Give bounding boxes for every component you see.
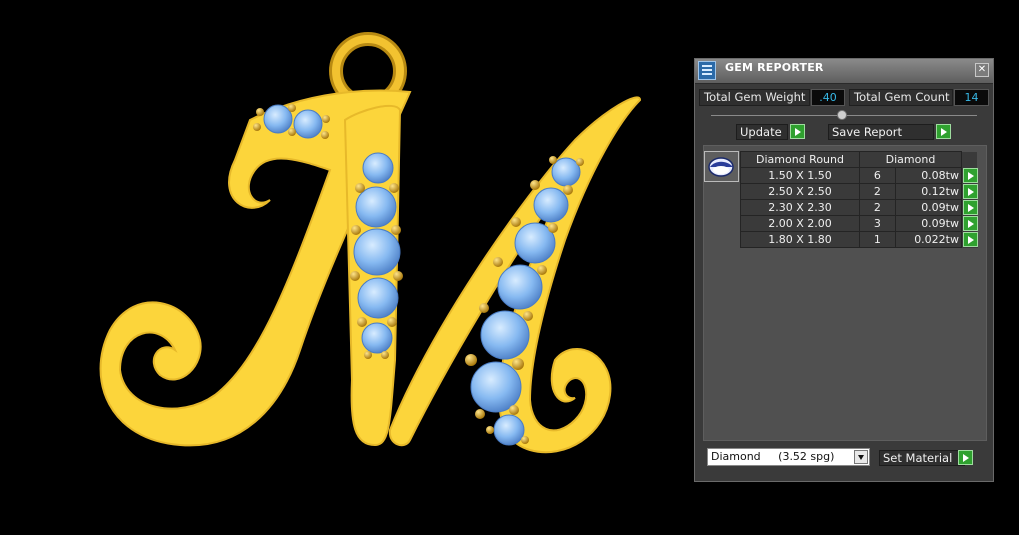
update-button[interactable]: Update <box>736 124 788 140</box>
gem-size: 2.50 X 2.50 <box>740 183 860 200</box>
gem-qty: 6 <box>859 167 896 184</box>
panel-titlebar[interactable]: GEM REPORTER ✕ <box>695 59 993 84</box>
pendant-render <box>99 32 642 454</box>
save-report-button[interactable]: Save Report <box>828 124 934 140</box>
gem-size: 2.00 X 2.00 <box>740 215 860 232</box>
gem-weight: 0.09tw <box>894 215 963 232</box>
gem-qty: 2 <box>859 199 896 216</box>
collapse-knob[interactable] <box>837 110 847 120</box>
panel-title: GEM REPORTER <box>725 61 824 74</box>
round-gem-icon[interactable] <box>704 151 739 182</box>
table-row[interactable]: 2.30 X 2.30 2 0.09tw <box>740 199 978 216</box>
play-arrow-icon[interactable] <box>963 199 978 215</box>
gem-qty: 1 <box>859 231 896 248</box>
play-arrow-icon[interactable] <box>963 231 978 247</box>
gem-table: Diamond Round Diamond 1.50 X 1.50 6 0.08… <box>740 151 978 248</box>
close-icon[interactable]: ✕ <box>975 63 989 77</box>
gem-qty: 2 <box>859 183 896 200</box>
play-arrow-icon[interactable] <box>963 215 978 231</box>
gem-weight: 0.022tw <box>894 231 963 248</box>
gem-weight: 0.09tw <box>894 199 963 216</box>
total-gem-weight-value: .40 <box>811 89 845 106</box>
table-row[interactable]: 2.00 X 2.00 3 0.09tw <box>740 215 978 232</box>
gem-qty: 3 <box>859 215 896 232</box>
3d-viewport[interactable] <box>0 0 690 531</box>
gem-size: 1.80 X 1.80 <box>740 231 860 248</box>
total-gem-count-value: 14 <box>954 89 989 106</box>
table-row[interactable]: 1.80 X 1.80 1 0.022tw <box>740 231 978 248</box>
gem-size: 1.50 X 1.50 <box>740 167 860 184</box>
play-arrow-icon[interactable] <box>963 183 978 199</box>
chevron-down-icon[interactable] <box>854 450 868 464</box>
play-arrow-icon[interactable] <box>963 167 978 183</box>
material-select[interactable]: Diamond (3.52 spg) <box>707 448 870 466</box>
table-row[interactable]: 2.50 X 2.50 2 0.12tw <box>740 183 978 200</box>
gem-weight: 0.08tw <box>894 167 963 184</box>
play-arrow-icon[interactable] <box>936 124 951 139</box>
gem-weight: 0.12tw <box>894 183 963 200</box>
play-arrow-icon[interactable] <box>958 450 973 465</box>
col-material-header: Diamond <box>859 151 962 168</box>
gem-size: 2.30 X 2.30 <box>740 199 860 216</box>
set-material-button[interactable]: Set Material <box>879 450 965 466</box>
gem-reporter-panel: GEM REPORTER ✕ Total Gem Weight .40 Tota… <box>694 58 994 482</box>
play-arrow-icon[interactable] <box>790 124 805 139</box>
material-select-value: Diamond (3.52 spg) <box>711 450 835 463</box>
total-gem-count-label: Total Gem Count <box>849 89 953 106</box>
gem-reporter-icon <box>698 61 716 80</box>
total-gem-weight-label: Total Gem Weight <box>699 89 810 106</box>
col-shape-header: Diamond Round <box>740 151 860 168</box>
table-row[interactable]: 1.50 X 1.50 6 0.08tw <box>740 167 978 184</box>
